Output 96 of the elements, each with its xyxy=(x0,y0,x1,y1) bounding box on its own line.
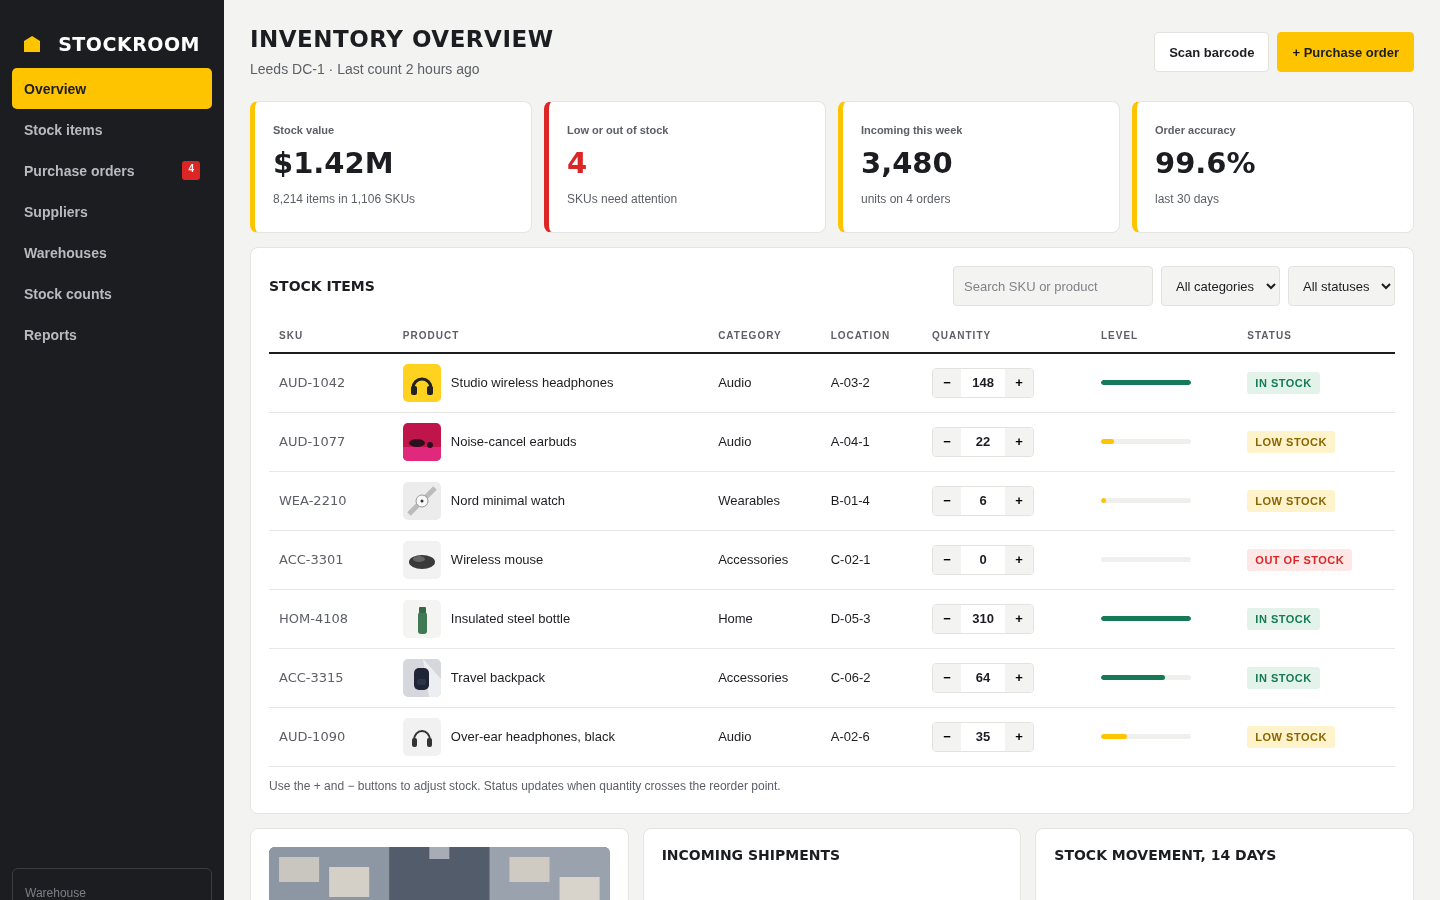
sku-text: AUD-1077 xyxy=(279,434,346,449)
location-text: C-02-1 xyxy=(830,552,871,567)
nav-item[interactable]: Purchase orders 4 xyxy=(12,150,212,191)
quantity-value: 64 xyxy=(974,669,992,687)
quantity-value: 22 xyxy=(974,433,992,451)
plus-button[interactable]: + xyxy=(1005,427,1034,456)
nav-item[interactable]: Stock items xyxy=(12,109,212,150)
table-footnote: Use the + and − buttons to adjust stock. Status updates when quantity crosses the reorder point. xyxy=(269,777,782,795)
category-text: Accessories xyxy=(718,670,789,685)
card-label: Warehouse xyxy=(25,886,86,900)
quantity-value: 310 xyxy=(971,610,995,628)
product-name: Over-ear headphones, black xyxy=(450,729,615,744)
kpi-label: Low or out of stock xyxy=(567,124,670,136)
product-name: Nord minimal watch xyxy=(450,493,565,508)
plus-button[interactable]: + xyxy=(1005,545,1034,574)
kpi-label: Stock value xyxy=(273,124,336,136)
kpi-note: last 30 days xyxy=(1155,192,1221,206)
scan-barcode-button[interactable]: Scan barcode xyxy=(1154,32,1270,72)
sku-text: HOM-4108 xyxy=(279,611,348,626)
location-text: A-04-1 xyxy=(830,434,870,449)
location-text: B-01-4 xyxy=(830,493,870,508)
nav-item[interactable]: Stock counts xyxy=(12,273,212,314)
filter-dropdown[interactable]: All categories xyxy=(1161,266,1280,306)
status-badge: LOW STOCK xyxy=(1247,430,1335,453)
sku-text: AUD-1090 xyxy=(279,729,346,744)
minus-button[interactable]: − xyxy=(933,545,962,574)
minus-button[interactable]: − xyxy=(933,663,962,692)
minus-button[interactable]: − xyxy=(933,368,962,397)
category-text: Wearables xyxy=(718,493,781,508)
plus-button[interactable]: + xyxy=(1005,722,1034,751)
kpi-note: 8,214 items in 1,106 SKUs xyxy=(273,192,417,206)
kpi-value: $1.42M xyxy=(273,146,395,180)
location-text: C-06-2 xyxy=(830,670,871,685)
filter-dropdown[interactable]: All statuses xyxy=(1288,266,1395,306)
nav-item[interactable]: Warehouses xyxy=(12,232,212,273)
status-badge: LOW STOCK xyxy=(1247,489,1335,512)
kpi-value: 4 xyxy=(567,146,589,180)
quantity-value: 148 xyxy=(971,374,995,393)
location-text: A-03-2 xyxy=(830,375,870,391)
category-text: Audio xyxy=(718,375,752,391)
quantity-value: 0 xyxy=(978,551,988,569)
quantity-value: 35 xyxy=(974,728,992,746)
location-text: D-05-3 xyxy=(830,611,871,626)
count-badge: 4 xyxy=(182,161,200,180)
kpi-note: SKUs need attention xyxy=(567,192,679,206)
sku-text: AUD-1042 xyxy=(279,375,346,391)
search-field[interactable]: Search SKU or product xyxy=(953,266,1153,306)
category-text: Home xyxy=(718,611,753,626)
kpi-label: Incoming this week xyxy=(861,124,964,136)
status-badge: IN STOCK xyxy=(1247,666,1320,689)
quantity-value: 6 xyxy=(978,492,988,510)
minus-button[interactable]: − xyxy=(933,486,962,515)
sku-text: ACC-3301 xyxy=(279,552,344,567)
minus-button[interactable]: − xyxy=(933,427,962,456)
purchase-order-button[interactable]: + Purchase order xyxy=(1277,32,1414,72)
nav-item[interactable]: Overview xyxy=(12,68,212,109)
column-header: PRODUCT xyxy=(392,322,709,353)
nav-item[interactable]: Suppliers xyxy=(12,191,212,232)
column-header: CATEGORY xyxy=(708,322,821,353)
column-header: STATUS xyxy=(1237,322,1395,353)
column-header: LEVEL xyxy=(1090,322,1238,353)
product-name: Noise-cancel earbuds xyxy=(450,434,577,449)
location-text: A-02-6 xyxy=(830,729,870,744)
product-name: Insulated steel bottle xyxy=(450,611,571,626)
plus-button[interactable]: + xyxy=(1005,486,1034,515)
status-badge: IN STOCK xyxy=(1247,371,1320,394)
sku-text: ACC-3315 xyxy=(279,670,344,685)
category-text: Audio xyxy=(718,729,752,744)
minus-button[interactable]: − xyxy=(933,604,962,633)
page-subtitle: Leeds DC-1 · Last count 2 hours ago xyxy=(250,61,481,77)
column-header: LOCATION xyxy=(820,322,923,353)
category-text: Audio xyxy=(718,434,752,449)
kpi-value: 3,480 xyxy=(861,146,954,180)
kpi-note: units on 4 orders xyxy=(861,192,952,206)
column-header: QUANTITY xyxy=(922,322,1091,353)
page-title: INVENTORY OVERVIEW xyxy=(250,26,554,52)
column-header: SKU xyxy=(269,322,393,353)
kpi-value: 99.6% xyxy=(1155,146,1257,180)
plus-button[interactable]: + xyxy=(1005,368,1034,397)
category-text: Accessories xyxy=(718,552,789,567)
status-badge: IN STOCK xyxy=(1247,607,1320,630)
panel-title: STOCK MOVEMENT, 14 DAYS xyxy=(1054,846,1278,863)
status-badge: OUT OF STOCK xyxy=(1247,548,1353,571)
brand-name: STOCKROOM xyxy=(58,33,200,55)
product-name: Travel backpack xyxy=(450,670,546,685)
kpi-label: Order accuracy xyxy=(1155,124,1237,136)
status-badge: LOW STOCK xyxy=(1247,725,1335,748)
panel-title: INCOMING SHIPMENTS xyxy=(661,846,842,863)
product-name: Wireless mouse xyxy=(450,552,544,567)
nav-item[interactable]: Reports xyxy=(12,314,212,355)
plus-button[interactable]: + xyxy=(1005,604,1034,633)
product-name: Studio wireless headphones xyxy=(450,375,614,391)
sku-text: WEA-2210 xyxy=(279,493,347,508)
plus-button[interactable]: + xyxy=(1005,663,1034,692)
minus-button[interactable]: − xyxy=(933,722,962,751)
section-title: STOCK ITEMS xyxy=(269,278,375,294)
